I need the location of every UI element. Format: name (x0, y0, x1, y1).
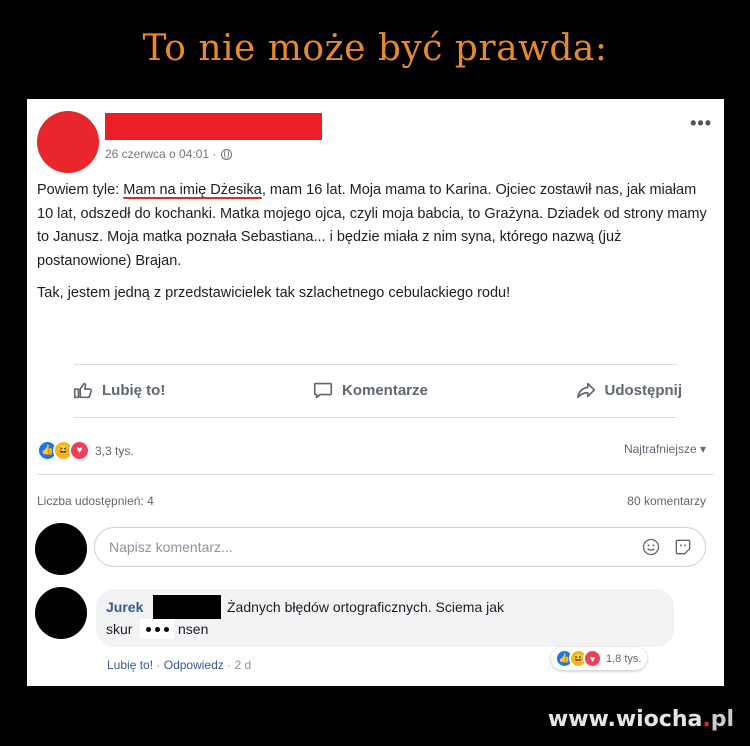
thumbs-up-icon (73, 382, 93, 399)
more-options-icon[interactable]: ••• (690, 113, 712, 134)
separator: · (227, 658, 232, 672)
comment-text-fragment: nsen (178, 621, 209, 637)
reactions-summary[interactable]: 👍 😆 ♥ 3,3 tys. (37, 440, 134, 461)
emoji-icon[interactable] (641, 537, 661, 557)
comment-author[interactable]: Jurek (106, 599, 143, 615)
comment-bubble: Jurek Żadnych błędów ortograficznych. Sc… (96, 589, 674, 647)
watermark-domain: www.wiocha (547, 707, 703, 732)
comment-reply-link[interactable]: Odpowiedz (164, 658, 224, 672)
comment-reactions[interactable]: 👍 😆 ♥ 1,8 tys. (551, 647, 648, 670)
redacted-author-name[interactable] (105, 113, 322, 140)
like-label: Lubię to! (102, 381, 166, 399)
watermark-tld: pl (710, 707, 734, 732)
facebook-post-card: 26 czerwca o 04:01 · ••• Powiem tyle: Ma… (27, 99, 724, 686)
share-button[interactable]: Udostępnij (575, 379, 683, 401)
post-body: Powiem tyle: Mam na imię Dżesika, mam 16… (37, 179, 712, 315)
divider (74, 364, 677, 365)
comments-count[interactable]: 80 komentarzy (627, 494, 706, 508)
sticker-icon[interactable] (673, 537, 693, 557)
comment-age[interactable]: 2 d (234, 658, 251, 672)
post-actions: Lubię to! Komentarze Udostępnij (72, 375, 682, 405)
comment-like-link[interactable]: Lubię to! (107, 658, 153, 672)
censor-dots (140, 619, 174, 639)
love-reaction-icon: ♥ (69, 440, 90, 461)
underlined-text: Mam na imię Dżesika (123, 182, 262, 198)
separator: · (156, 658, 161, 672)
post-text-fragment: Powiem tyle: (37, 182, 124, 198)
reactions-count: 3,3 tys. (95, 443, 134, 458)
post-timestamp[interactable]: 26 czerwca o 04:01 · (105, 147, 216, 161)
post-meta: 26 czerwca o 04:01 · (105, 147, 233, 161)
like-button[interactable]: Lubię to! (72, 379, 165, 401)
divider (37, 474, 714, 475)
globe-icon (221, 148, 233, 160)
comment-bubble-icon (313, 382, 333, 399)
meme-title: To nie może być prawda: (142, 28, 608, 69)
site-watermark: www.wiocha.pl (548, 707, 734, 732)
watermark-dot: . (702, 707, 711, 732)
redacted-surname (153, 595, 221, 619)
shares-count[interactable]: Liczba udostępnień: 4 (37, 494, 154, 508)
comment-text-fragment: skur (106, 621, 133, 637)
comment-reactions-count: 1,8 tys. (606, 652, 642, 665)
share-arrow-icon (576, 382, 595, 399)
comment-sort-dropdown[interactable]: Najtrafniejsze ▾ (624, 442, 706, 456)
divider (74, 417, 677, 418)
commenter-avatar[interactable] (35, 587, 87, 639)
post-paragraph: Powiem tyle: Mam na imię Dżesika, mam 16… (37, 179, 712, 273)
comment-input-box[interactable] (94, 527, 706, 567)
comment-button[interactable]: Komentarze (312, 379, 428, 401)
comment-label: Komentarze (341, 381, 428, 399)
comment-input[interactable] (107, 538, 629, 556)
share-label: Udostępnij (604, 381, 683, 399)
comment-text-line: Żadnych błędów ortograficznych. Sciema j… (227, 599, 505, 615)
post-paragraph: Tak, jestem jedną z przedstawicielek tak… (37, 285, 511, 301)
love-reaction-icon: ♥ (583, 649, 602, 668)
comment-actions: Lubię to! · Odpowiedz · 2 d (107, 658, 251, 672)
author-avatar[interactable] (37, 111, 99, 173)
viewer-avatar (35, 523, 87, 575)
